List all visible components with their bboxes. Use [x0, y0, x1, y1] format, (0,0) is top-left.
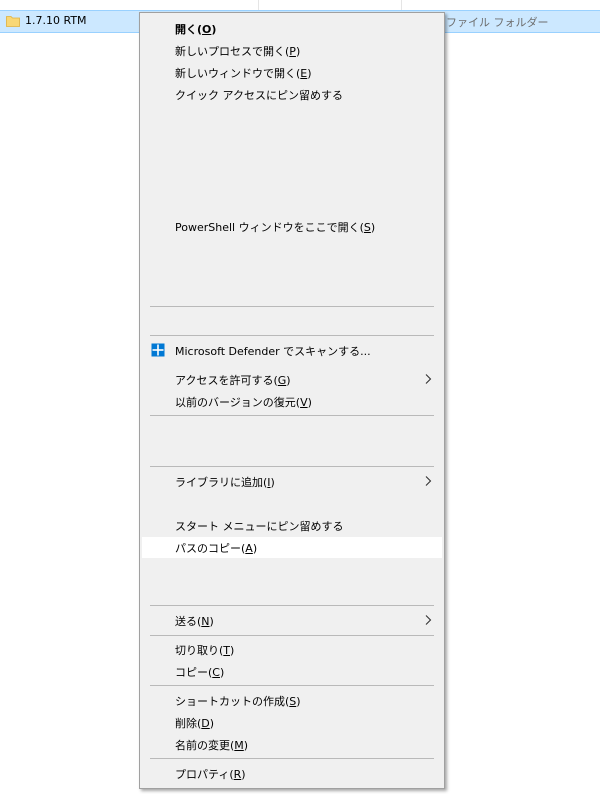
- menu-separator: [150, 306, 434, 307]
- mnemonic: P: [289, 45, 296, 58]
- menu-item-create-shortcut[interactable]: ショートカットの作成(S): [142, 690, 442, 711]
- menu-separator: [150, 415, 434, 416]
- menu-item-include-library[interactable]: ライブラリに追加(I): [142, 471, 442, 492]
- menu-item-label: プロパティ: [175, 768, 230, 781]
- menu-item-defender-scan[interactable]: Microsoft Defender でスキャンする...: [142, 340, 442, 361]
- menu-item-label: ショートカットの作成: [175, 695, 285, 708]
- menu-item-open-new-process[interactable]: 新しいプロセスで開く(P): [142, 40, 442, 61]
- mnemonic: N: [201, 615, 210, 628]
- menu-item-label: スタート メニューにピン留めする: [175, 520, 344, 533]
- menu-item-pin-quick-access[interactable]: クイック アクセスにピン留めする: [142, 84, 442, 105]
- menu-separator: [150, 685, 434, 686]
- folder-icon: [6, 16, 20, 27]
- file-name[interactable]: 1.7.10 RTM: [25, 14, 87, 27]
- menu-item-powershell[interactable]: PowerShell ウィンドウをここで開く(S): [142, 216, 442, 237]
- menu-item-label: 以前のバージョンの復元: [175, 396, 296, 409]
- menu-separator: [150, 758, 434, 759]
- column-separator: [258, 0, 259, 10]
- mnemonic: A: [245, 542, 253, 555]
- menu-item-rename[interactable]: 名前の変更(M): [142, 734, 442, 755]
- mnemonic: G: [277, 374, 287, 387]
- menu-item-label: アクセスを許可する: [175, 374, 274, 387]
- menu-separator: [150, 605, 434, 606]
- menu-item-copy[interactable]: コピー(C): [142, 661, 442, 682]
- chevron-right-icon: [425, 374, 432, 384]
- chevron-right-icon: [425, 615, 432, 625]
- menu-item-label: 切り取り: [175, 644, 219, 657]
- menu-item-label: ライブラリに追加: [175, 476, 263, 489]
- menu-item-send-to[interactable]: 送る(N): [142, 610, 442, 631]
- mnemonic: M: [234, 739, 244, 752]
- column-separator: [401, 0, 402, 10]
- menu-item-cut[interactable]: 切り取り(T): [142, 639, 442, 660]
- mnemonic: S: [363, 221, 371, 234]
- chevron-right-icon: [425, 476, 432, 486]
- menu-item-restore-versions[interactable]: 以前のバージョンの復元(V): [142, 391, 442, 412]
- menu-item-properties[interactable]: プロパティ(R): [142, 763, 442, 784]
- menu-item-copy-path[interactable]: パスのコピー(A): [142, 537, 442, 558]
- menu-item-label: クイック アクセスにピン留めする: [175, 89, 343, 102]
- mnemonic: V: [300, 396, 308, 409]
- menu-item-label: PowerShell ウィンドウをここで開く: [175, 221, 360, 234]
- menu-item-label: 新しいウィンドウで開く: [175, 67, 296, 80]
- file-type: ファイル フォルダー: [446, 16, 549, 29]
- defender-shield-icon: [151, 343, 165, 357]
- menu-item-label: Microsoft Defender でスキャンする...: [175, 345, 371, 358]
- menu-item-label: 新しいプロセスで開く: [175, 45, 285, 58]
- menu-item-label: 削除: [175, 717, 197, 730]
- context-menu: 開く(O) 新しいプロセスで開く(P) 新しいウィンドウで開く(E) クイック …: [139, 12, 445, 789]
- menu-separator: [150, 466, 434, 467]
- menu-item-open[interactable]: 開く(O): [142, 18, 442, 39]
- mnemonic: O: [202, 23, 212, 36]
- menu-item-give-access[interactable]: アクセスを許可する(G): [142, 369, 442, 390]
- menu-item-label: パスのコピー: [175, 542, 241, 555]
- menu-item-label: コピー: [175, 666, 208, 679]
- menu-separator: [150, 635, 434, 636]
- menu-item-pin-start[interactable]: スタート メニューにピン留めする: [142, 515, 442, 536]
- mnemonic: C: [212, 666, 220, 679]
- menu-separator: [150, 335, 434, 336]
- menu-item-delete[interactable]: 削除(D): [142, 712, 442, 733]
- menu-item-label: 開く: [175, 23, 197, 36]
- mnemonic: D: [201, 717, 210, 730]
- menu-item-label: 送る: [175, 615, 197, 628]
- menu-item-open-new-window[interactable]: 新しいウィンドウで開く(E): [142, 62, 442, 83]
- menu-item-label: 名前の変更: [175, 739, 230, 752]
